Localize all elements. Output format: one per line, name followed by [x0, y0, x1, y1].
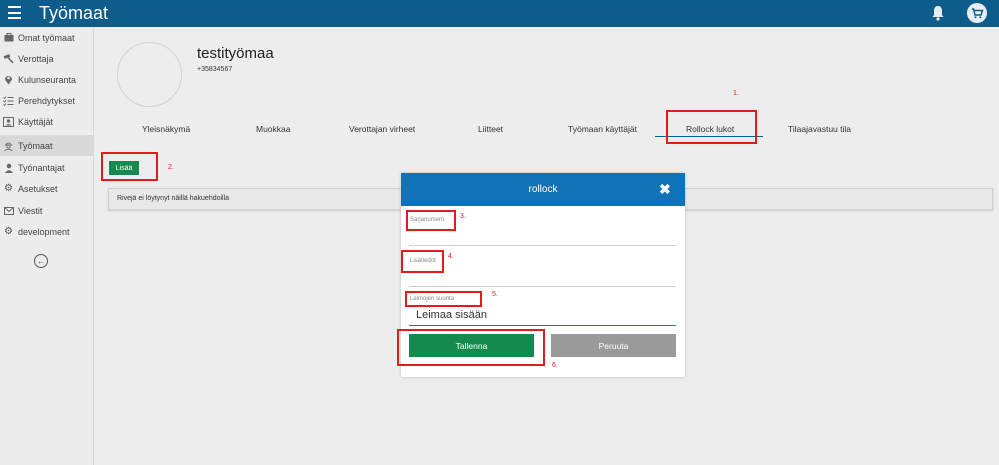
tab-liitteet[interactable]: Liitteet: [478, 124, 503, 134]
sidebar-item-label: Kulunseuranta: [18, 74, 77, 85]
map-pin-icon: [3, 74, 14, 85]
dialog-title: rollock: [528, 184, 558, 195]
sidebar-item-label: Työmaat: [18, 140, 53, 151]
tab-yleisnakyma[interactable]: Yleisnäkymä: [142, 124, 190, 134]
sidebar-item-label: Omat työmaat: [18, 32, 75, 43]
sidebar-item-label: development: [18, 226, 70, 237]
annotation-label-2: 2.: [168, 164, 174, 171]
annotation-label-5: 5.: [492, 291, 498, 298]
tab-verottajan-virheet[interactable]: Verottajan virheet: [349, 124, 415, 134]
sidebar-item-label: Perehdytykset: [18, 95, 76, 106]
tab-tyomaan-kayttajat[interactable]: Työmaan käyttäjät: [568, 124, 637, 134]
sidebar-item-verottaja[interactable]: Verottaja: [0, 48, 94, 69]
sidebar-item-kayttajat[interactable]: Käyttäjät: [0, 111, 94, 132]
details-field[interactable]: [409, 286, 676, 287]
checklist-icon: [3, 95, 14, 106]
top-bar: Työmaat: [0, 0, 999, 27]
tab-tilaajavastuu-tila[interactable]: Tilaajavastuu tila: [788, 124, 851, 134]
user-card-icon: [3, 116, 14, 127]
sidebar-item-label: Asetukset: [18, 183, 58, 194]
annotation-label-4: 4.: [448, 253, 454, 260]
direction-field-underline: [409, 325, 676, 326]
sidebar: Omat työmaat Verottaja Kulunseuranta Per…: [0, 27, 94, 465]
page-title: Työmaat: [39, 3, 109, 23]
serial-field[interactable]: [409, 245, 676, 246]
dialog-header: rollock ✖: [401, 173, 685, 206]
cart-icon[interactable]: [967, 3, 987, 23]
hammer-icon: [3, 53, 14, 64]
sidebar-item-label: Viestit: [18, 205, 43, 216]
sidebar-item-kulunseuranta[interactable]: Kulunseuranta: [0, 69, 94, 90]
sidebar-item-label: Käyttäjät: [18, 116, 54, 127]
annotation-box-5: [405, 291, 482, 307]
cancel-button[interactable]: Peruuta: [551, 334, 676, 357]
sidebar-item-omat-tyomaat[interactable]: Omat työmaat: [0, 27, 94, 48]
direction-select[interactable]: Leimaa sisään: [416, 309, 487, 321]
sidebar-item-development[interactable]: ⚙ development: [0, 221, 94, 242]
envelope-icon: [3, 205, 14, 216]
gear-icon: ⚙: [4, 183, 13, 194]
sidebar-item-label: Työnantajat: [18, 162, 65, 173]
worker-icon: [3, 140, 14, 151]
annotation-box-4: [401, 250, 444, 273]
empty-message: Rivejä ei löytynyt näillä hakuehdoilla: [117, 195, 230, 202]
sidebar-item-perehdytykset[interactable]: Perehdytykset: [0, 90, 94, 111]
close-icon[interactable]: ✖: [659, 182, 671, 196]
avatar: [117, 42, 182, 107]
annotation-label-3: 3.: [460, 213, 466, 220]
arrow-left-circle-icon[interactable]: ←: [34, 254, 48, 268]
annotation-box-6: [397, 329, 545, 366]
annotation-label-1: 1.: [733, 90, 739, 97]
sidebar-item-label: Verottaja: [18, 53, 54, 64]
site-name: testityömaa: [197, 45, 274, 62]
gear-icon: ⚙: [4, 226, 13, 237]
annotation-box-1: [666, 110, 757, 144]
sidebar-item-asetukset[interactable]: ⚙ Asetukset: [0, 178, 94, 199]
hamburger-icon[interactable]: [8, 6, 21, 19]
briefcase-icon: [3, 32, 14, 43]
bell-icon[interactable]: [931, 5, 945, 21]
sidebar-item-tyonantajat[interactable]: Työnantajat: [0, 157, 94, 178]
person-icon: [3, 162, 14, 173]
sidebar-item-viestit[interactable]: Viestit: [0, 200, 94, 221]
annotation-box-3: [406, 210, 456, 231]
annotation-box-2: [101, 152, 158, 181]
annotation-label-6: 6.: [552, 362, 558, 369]
site-phone: +35834567: [197, 66, 233, 73]
tab-muokkaa[interactable]: Muokkaa: [256, 124, 291, 134]
sidebar-item-tyomaat[interactable]: Työmaat: [0, 135, 94, 156]
